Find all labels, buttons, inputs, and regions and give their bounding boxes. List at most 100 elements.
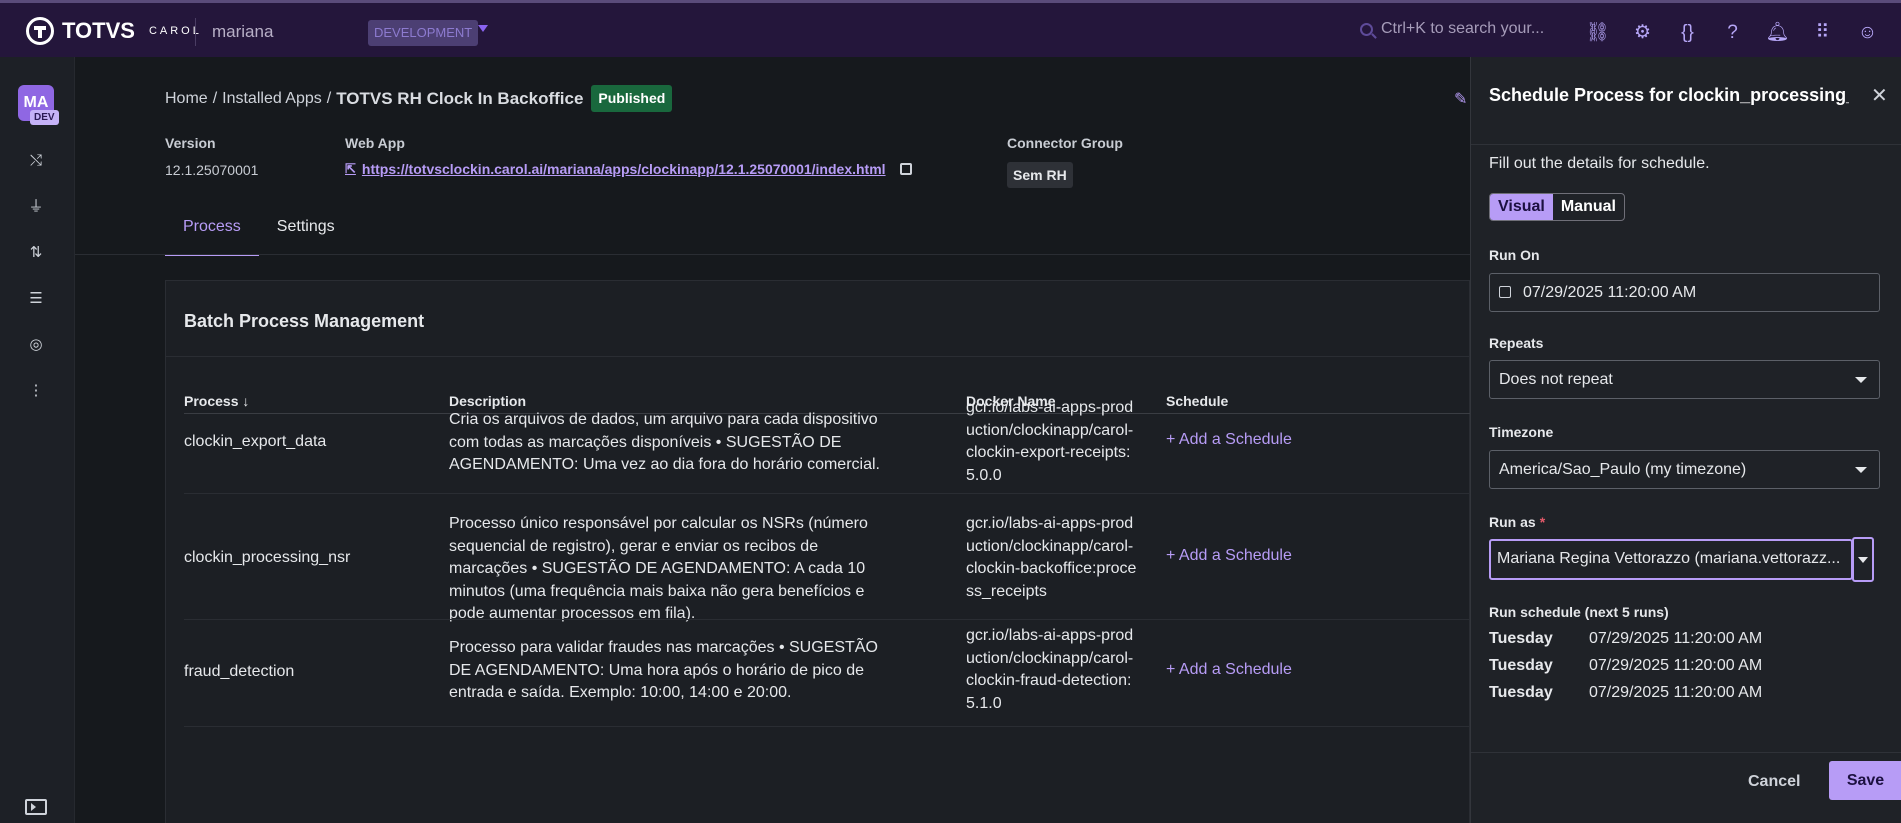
- column-header-description: Description: [449, 393, 527, 409]
- connector-group-label: Connector Group: [1007, 135, 1123, 151]
- run-day: Tuesday: [1489, 630, 1553, 647]
- breadcrumb-home[interactable]: Home: [165, 90, 208, 108]
- calendar-icon: [1499, 286, 1511, 298]
- drawer-title: Schedule Process for clockin_processing_…: [1489, 85, 1849, 105]
- sort-arrow-down-icon: ↓: [242, 393, 250, 409]
- schedule-drawer: Schedule Process for clockin_processing_…: [1470, 57, 1901, 823]
- batch-process-card: Batch Process Management Process ↓ Descr…: [165, 280, 1471, 823]
- run-day: Tuesday: [1489, 657, 1553, 674]
- run-as-dropdown-button[interactable]: [1852, 537, 1874, 582]
- chevron-down-icon: [1855, 467, 1867, 473]
- mode-manual-button[interactable]: Manual: [1553, 194, 1624, 220]
- close-icon[interactable]: ✕: [1871, 83, 1888, 108]
- row-divider: [184, 619, 1471, 620]
- totvs-logo-icon: [26, 17, 54, 45]
- drawer-header-divider: [1471, 144, 1901, 145]
- webapp-link[interactable]: ⇱ https://totvsclockin.carol.ai/mariana/…: [345, 161, 912, 177]
- timezone-label: Timezone: [1489, 424, 1554, 440]
- breadcrumb-separator: /: [326, 89, 332, 107]
- status-badge: Published: [591, 85, 673, 112]
- run-on-value: 07/29/2025 11:20:00 AM: [1523, 284, 1697, 301]
- repeats-select[interactable]: Does not repeat: [1489, 360, 1880, 399]
- search-placeholder: Ctrl+K to search your...: [1381, 20, 1545, 37]
- external-link-icon: ⇱: [345, 161, 356, 176]
- process-name: clockin_export_data: [184, 433, 327, 450]
- run-date: 07/29/2025 11:20:00 AM: [1589, 657, 1763, 674]
- process-description: Processo para validar fraudes nas marcaç…: [449, 639, 878, 701]
- process-description: Cria os arquivos de dados, um arquivo pa…: [449, 411, 880, 473]
- compass-icon[interactable]: ◎: [27, 336, 45, 354]
- timezone-select[interactable]: America/Sao_Paulo (my timezone): [1489, 450, 1880, 489]
- docker-name: gcr.io/labs-ai-apps-production/clockinap…: [966, 627, 1134, 712]
- run-as-label: Run as *: [1489, 514, 1546, 530]
- card-title: Batch Process Management: [184, 311, 425, 331]
- apps-grid-icon[interactable]: ⠿: [1810, 20, 1835, 45]
- shuffle-icon[interactable]: ⤭: [27, 152, 45, 170]
- mode-visual-button[interactable]: Visual: [1490, 194, 1553, 220]
- run-day: Tuesday: [1489, 684, 1553, 701]
- webapp-url[interactable]: https://totvsclockin.carol.ai/mariana/ap…: [362, 161, 886, 177]
- run-as-input[interactable]: Mariana Regina Vettorazzo (mariana.vetto…: [1489, 539, 1853, 580]
- version-label: Version: [165, 135, 216, 151]
- run-on-date-field[interactable]: 07/29/2025 11:20:00 AM: [1489, 273, 1880, 312]
- edit-icon[interactable]: ✎: [1454, 89, 1467, 109]
- process-name: fraud_detection: [184, 663, 295, 680]
- process-description: Processo único responsável por calcular …: [449, 515, 868, 622]
- save-button[interactable]: Save: [1829, 761, 1901, 800]
- breadcrumb: Home / Installed Apps / TOTVS RH Clock I…: [165, 85, 673, 112]
- run-date: 07/29/2025 11:20:00 AM: [1589, 630, 1763, 647]
- breadcrumb-separator: /: [212, 89, 218, 107]
- schedule-list-icon[interactable]: ⋮: [27, 382, 45, 400]
- docker-name: gcr.io/labs-ai-apps-production/clockinap…: [966, 515, 1137, 600]
- repeats-label: Repeats: [1489, 335, 1544, 351]
- top-bar: TOTVS CAROL mariana DEVELOPMENT Ctrl+K t…: [0, 0, 1901, 57]
- gear-icon[interactable]: ⚙: [1630, 20, 1655, 45]
- database-icon[interactable]: ☰: [27, 290, 45, 308]
- run-as-value: Mariana Regina Vettorazzo (mariana.vetto…: [1497, 550, 1841, 567]
- link-icon[interactable]: ⛓: [1585, 20, 1610, 45]
- version-value: 12.1.25070001: [165, 162, 259, 178]
- tab-process[interactable]: Process: [165, 212, 259, 256]
- process-name: clockin_processing_nsr: [184, 549, 351, 566]
- add-schedule-button[interactable]: + Add a Schedule: [1166, 547, 1292, 565]
- docker-name: gcr.io/labs-ai-apps-production/clockinap…: [966, 399, 1134, 484]
- help-icon[interactable]: ?: [1720, 20, 1745, 45]
- run-on-label: Run On: [1489, 247, 1540, 263]
- page-title: TOTVS RH Clock In Backoffice: [336, 88, 584, 108]
- breadcrumb-installed-apps[interactable]: Installed Apps: [222, 90, 322, 108]
- required-asterisk: *: [1539, 514, 1546, 530]
- cancel-button[interactable]: Cancel: [1748, 773, 1800, 791]
- search-icon: [1360, 22, 1373, 36]
- plug-icon[interactable]: ⏚: [27, 198, 45, 216]
- add-schedule-button[interactable]: + Add a Schedule: [1166, 431, 1292, 449]
- transfer-icon[interactable]: ⇅: [27, 244, 45, 262]
- totvs-logo[interactable]: TOTVS CAROL: [26, 17, 202, 45]
- drawer-intro: Fill out the details for schedule.: [1489, 155, 1710, 172]
- collapse-sidebar-icon[interactable]: [25, 799, 47, 815]
- drawer-footer-divider: [1471, 752, 1901, 753]
- card-divider: [166, 356, 1471, 357]
- main-content: Home / Installed Apps / TOTVS RH Clock I…: [75, 57, 1471, 823]
- column-header-process[interactable]: Process ↓: [184, 393, 249, 409]
- column-header-schedule: Schedule: [1166, 393, 1229, 409]
- row-divider: [184, 493, 1471, 494]
- environment-badge[interactable]: DEVELOPMENT: [368, 20, 479, 46]
- tenant-name[interactable]: mariana: [212, 22, 273, 42]
- connector-group-chip: Sem RH: [1007, 162, 1073, 188]
- bell-icon[interactable]: 🔔︎: [1765, 20, 1790, 45]
- environment-chevron-down-icon[interactable]: [478, 25, 488, 32]
- run-date: 07/29/2025 11:20:00 AM: [1589, 684, 1763, 701]
- mode-toggle: Visual Manual: [1489, 193, 1625, 221]
- add-schedule-button[interactable]: + Add a Schedule: [1166, 661, 1292, 679]
- tabs-divider: [75, 254, 1470, 255]
- left-sidebar: MA DEV ⤭ ⏚ ⇅ ☰ ◎ ⋮: [0, 57, 75, 823]
- global-search[interactable]: Ctrl+K to search your...: [1360, 20, 1544, 38]
- row-divider: [184, 726, 1471, 727]
- tab-settings[interactable]: Settings: [259, 212, 353, 256]
- user-avatar-icon[interactable]: ☺: [1855, 20, 1880, 45]
- code-braces-icon[interactable]: {}: [1675, 20, 1700, 45]
- repeats-value: Does not repeat: [1499, 371, 1613, 388]
- copy-icon[interactable]: [899, 163, 912, 175]
- webapp-label: Web App: [345, 135, 405, 151]
- dev-badge: DEV: [30, 110, 59, 125]
